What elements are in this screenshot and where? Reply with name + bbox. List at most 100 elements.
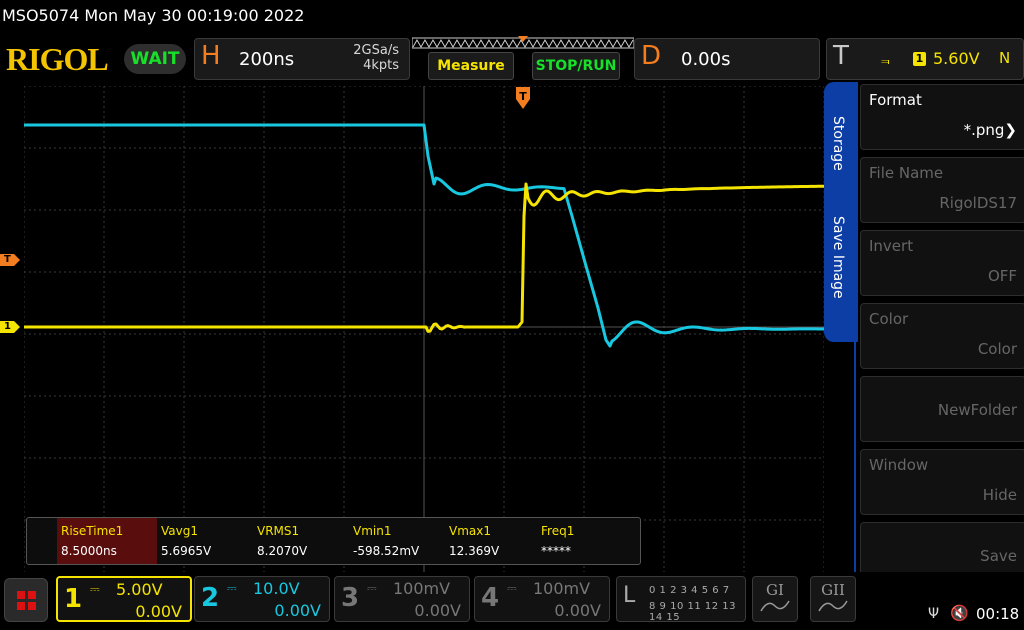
format-value: *.png❯ [963,121,1017,139]
status-clock: 00:18 [976,605,1020,623]
decoder2-button[interactable]: GII [810,576,856,622]
stop-run-button[interactable]: STOP/RUN [532,52,620,80]
measurement-name: Vmin1 [353,524,392,538]
tab-save-image[interactable]: Save Image [830,216,846,299]
grid-icon [17,602,25,610]
file-name-menu-item[interactable]: File Name RigolDS17 [860,157,1024,223]
file-name-label: File Name [869,164,944,182]
channel-scale: 100mV [393,579,451,598]
measurement-item[interactable]: Freq1 ***** [537,518,631,564]
trigger-level-marker[interactable]: T [0,254,20,266]
timebase-value: 200ns [239,49,295,70]
ch4-settings[interactable]: 4 ⎓ 100mV 0.00V [474,576,610,622]
measurement-value: 12.369V [449,544,500,558]
measurement-item[interactable]: VRMS1 8.2070V [253,518,347,564]
horizontal-menu[interactable]: H 200ns 2GSa/s 4kpts [194,38,410,80]
trigger-position-marker[interactable]: T [516,87,530,109]
grid-icon [17,591,25,599]
grid-icon [28,602,36,610]
channel-number: 3 [341,583,360,613]
sample-rate: 2GSa/s [353,43,399,58]
color-label: Color [869,310,909,328]
dc-coupling-icon: ⎓ [507,581,517,595]
ch3-settings[interactable]: 3 ⎓ 100mV 0.00V [334,576,470,622]
decoder-wave-icon [818,600,848,612]
side-menu-tab[interactable]: Storage Save Image [824,82,858,342]
trigger-menu[interactable]: T ⫬ 1 5.60V N [826,38,1024,80]
measurement-item[interactable]: Vavg1 5.6965V [157,518,251,564]
trigger-letter: T [833,41,849,71]
side-menu-body: Format *.png❯ File Name RigolDS17 Invert… [854,82,1024,590]
color-value: Color [977,340,1017,358]
chevron-right-icon: ❯ [1004,121,1017,139]
dc-coupling-icon: ⎓ [227,581,237,595]
measurement-name: VRMS1 [257,524,300,538]
new-folder-value: NewFolder [937,401,1017,419]
measurement-value: 5.6965V [161,544,212,558]
format-menu-item[interactable]: Format *.png❯ [860,84,1024,150]
save-value: Save [980,547,1017,565]
waveform-display[interactable] [24,86,824,586]
storage-side-menu: Storage Save Image Format *.png❯ File Na… [824,82,1024,590]
grid-icon [28,591,36,599]
window-value: Hide [982,486,1017,504]
measurement-name: Vmax1 [449,524,491,538]
channel-offset: 0.00V [274,601,321,620]
measurement-item[interactable]: Vmin1 -598.52mV [349,518,443,564]
ch1-settings[interactable]: 1 ⎓ 5.00V 0.00V [56,576,192,622]
horizontal-letter: H [201,41,221,71]
measurement-value: 8.5000ns [61,544,117,558]
measurement-value: 8.2070V [257,544,308,558]
channel-number: 2 [201,583,220,613]
measurement-item[interactable]: RiseTime1 8.5000ns [57,518,157,564]
measurement-name: RiseTime1 [61,524,124,538]
ch2-settings[interactable]: 2 ⎓ 10.0V 0.00V [194,576,330,622]
measurement-value: ***** [541,544,571,558]
logic-analyzer-settings[interactable]: L 0 1 2 3 4 5 6 7 8 9 10 11 12 13 14 15 [616,576,746,623]
decoder-wave-icon [760,600,790,612]
trigger-source: 1 [913,52,926,66]
acquisition-info: 2GSa/s 4kpts [353,43,399,73]
window-label: Window [869,456,929,474]
format-label: Format [869,91,922,109]
channel-scale: 10.0V [253,579,300,598]
logic-letter: L [623,583,636,608]
title-bar: MSO5074 Mon May 30 00:19:00 2022 [0,0,1024,34]
usb-icon: Ψ [928,606,940,622]
channel-offset: 0.00V [135,602,182,621]
waveform-svg [24,86,824,586]
decoder1-button[interactable]: GI [752,576,798,622]
window-menu-item[interactable]: Window Hide [860,449,1024,515]
channel-offset: 0.00V [414,601,461,620]
bottom-bar: 1 ⎓ 5.00V 0.00V 2 ⎓ 10.0V 0.00V 3 ⎓ 100m… [0,572,1024,630]
instrument-title: MSO5074 Mon May 30 00:19:00 2022 [2,6,305,25]
rising-edge-icon: ⫬ [881,50,890,68]
brand-logo: RIGOL [6,41,109,77]
measurement-value: -598.52mV [353,544,420,558]
channel-offset: 0.00V [554,601,601,620]
channel-scale: 100mV [533,579,591,598]
delay-menu[interactable]: D 0.00s [634,38,820,80]
decoder2-label: GII [821,581,845,599]
measure-button[interactable]: Measure [428,52,514,80]
decoder1-label: GI [766,581,784,599]
trigger-level: 5.60V [933,49,980,68]
logic-channels-row1: 0 1 2 3 4 5 6 7 [649,585,730,596]
measurement-item[interactable]: Vmax1 12.369V [445,518,539,564]
tab-storage[interactable]: Storage [830,116,846,171]
color-menu-item[interactable]: Color Color [860,303,1024,369]
new-folder-menu-item[interactable]: NewFolder [860,376,1024,442]
ch1-offset-marker[interactable]: 1 [0,321,20,333]
memory-depth: 4kpts [363,58,399,73]
speaker-muted-icon[interactable]: 🔇 [950,604,969,622]
invert-value: OFF [987,267,1017,285]
home-button[interactable] [4,578,48,622]
logic-channels-row2: 8 9 10 11 12 13 14 15 [649,601,737,623]
invert-menu-item[interactable]: Invert OFF [860,230,1024,296]
trigger-mode: N [999,49,1011,67]
channel-scale: 5.00V [116,580,163,599]
measurement-table: RiseTime1 8.5000ns Vavg1 5.6965V VRMS1 8… [26,517,641,565]
measurement-name: Freq1 [541,524,575,538]
dc-coupling-icon: ⎓ [90,582,100,596]
run-status-badge: WAIT [124,44,186,74]
